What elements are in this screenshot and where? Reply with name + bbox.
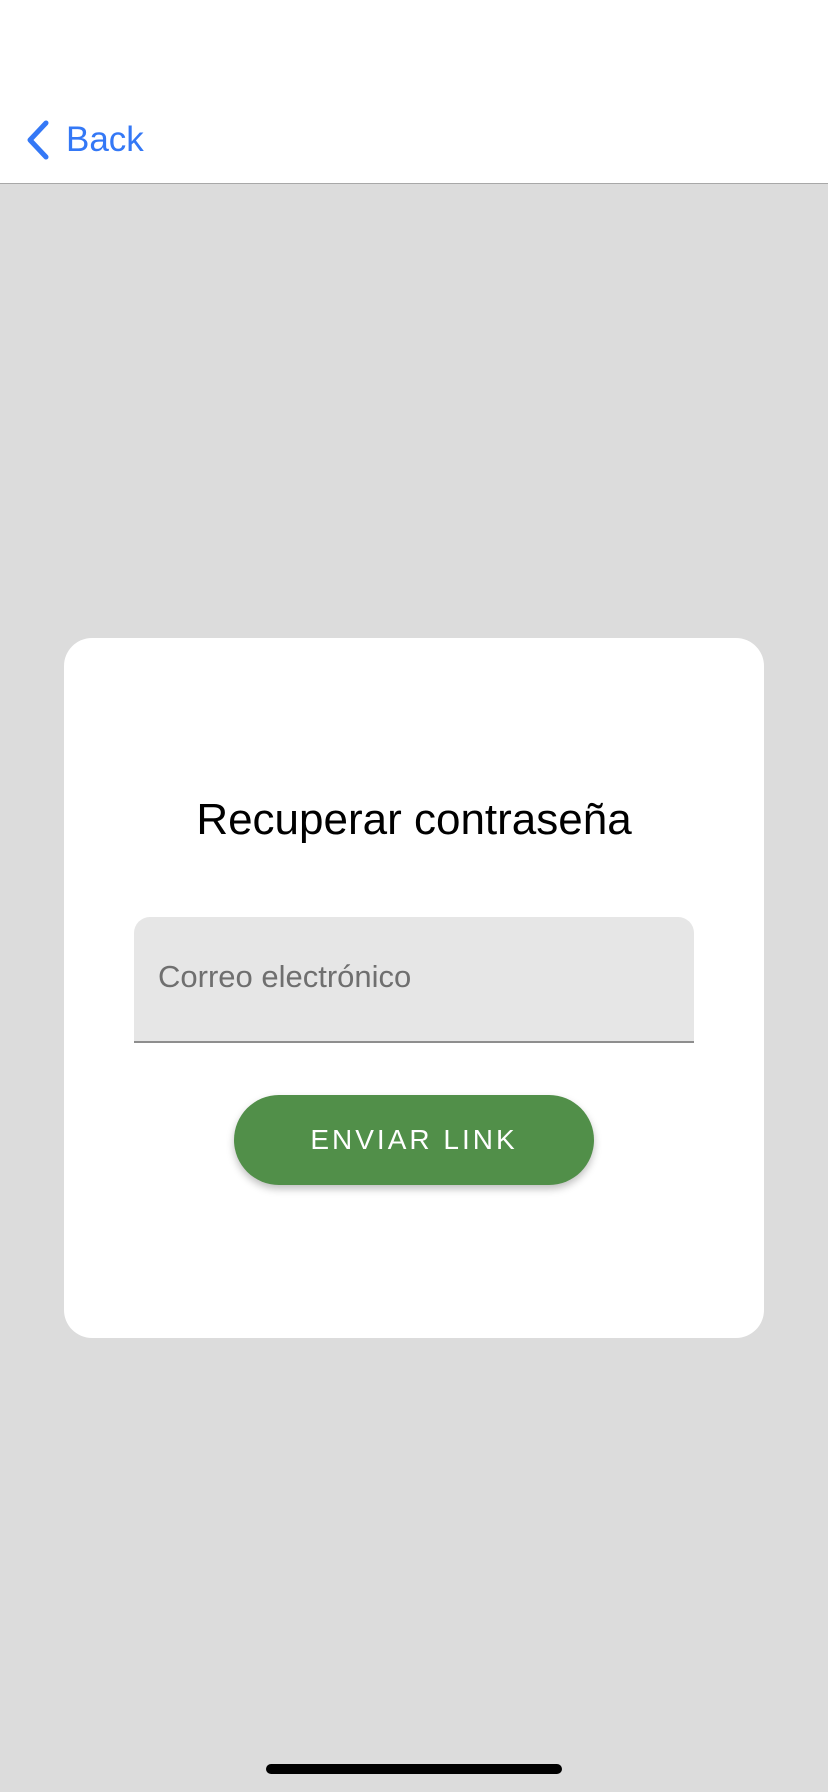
email-input[interactable] — [158, 949, 668, 1005]
send-link-button[interactable]: ENVIAR LINK — [234, 1095, 594, 1185]
back-label: Back — [66, 120, 144, 159]
chevron-left-icon — [24, 119, 52, 161]
home-indicator — [266, 1764, 562, 1774]
email-field[interactable] — [134, 917, 694, 1043]
card-title: Recuperar contraseña — [196, 795, 632, 844]
back-button[interactable]: Back — [24, 116, 144, 164]
navigation-bar: Back — [0, 0, 828, 184]
